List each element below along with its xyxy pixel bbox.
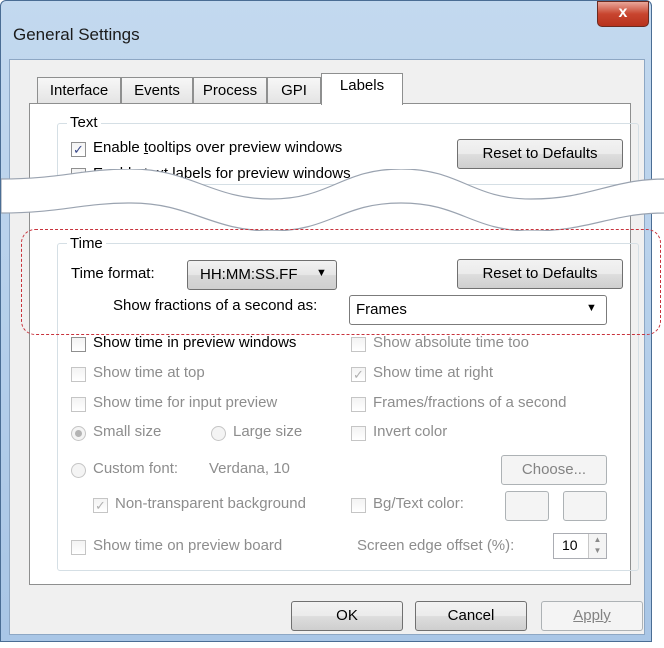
highlight-dashed-outline	[21, 229, 661, 335]
large-size-radio[interactable]	[211, 426, 226, 441]
tab-label: Process	[202, 82, 258, 99]
text-group-label: Text	[67, 114, 101, 131]
button-label: Reset to Defaults	[482, 145, 598, 162]
tooltips-checkbox[interactable]: ✓	[71, 142, 86, 157]
button-label: OK	[336, 607, 358, 624]
show-time-board-checkbox[interactable]	[71, 540, 86, 555]
cancel-button[interactable]: Cancel	[415, 601, 527, 631]
show-absolute-label: Show absolute time too	[373, 334, 529, 351]
invert-color-label: Invert color	[373, 423, 448, 440]
edge-offset-value: 10	[562, 537, 578, 553]
button-label: Cancel	[447, 607, 495, 624]
spinner-arrows[interactable]: ▲ ▼	[588, 534, 606, 558]
tab-label: Events	[134, 82, 180, 99]
tooltips-accel: t	[143, 139, 149, 156]
check-icon: ✓	[95, 498, 106, 513]
bg-text-color-label: Bg/Text color:	[373, 495, 464, 512]
window-title: General Settings	[13, 25, 140, 44]
custom-font-radio[interactable]	[71, 463, 86, 478]
custom-font-value: Verdana, 10	[209, 460, 290, 477]
choose-font-button[interactable]: Choose...	[501, 455, 607, 485]
non-transparent-checkbox[interactable]: ✓	[93, 498, 108, 513]
text-color-swatch-button[interactable]	[563, 491, 607, 521]
tab-gpi[interactable]: GPI	[267, 77, 321, 104]
tab-interface[interactable]: Interface	[37, 77, 121, 104]
show-time-right-label: Show time at right	[373, 364, 494, 381]
show-time-preview-label: Show time in preview windows	[93, 334, 297, 351]
show-time-input-label: Show time for input preview	[93, 394, 278, 411]
frames-fractions-checkbox[interactable]	[351, 397, 366, 412]
show-time-board-label: Show time on preview board	[93, 537, 283, 554]
apply-button[interactable]: Apply	[541, 601, 643, 631]
tab-events[interactable]: Events	[121, 77, 193, 104]
custom-font-label: Custom font:	[93, 460, 179, 477]
close-button[interactable]: x	[597, 1, 649, 27]
small-size-label: Small size	[93, 423, 162, 440]
bg-color-swatch-button[interactable]	[505, 491, 549, 521]
dialog-window: General Settings x Interface Events Proc…	[0, 0, 664, 642]
show-time-preview-checkbox[interactable]	[71, 337, 86, 352]
bg-text-color-checkbox[interactable]	[351, 498, 366, 513]
large-size-label: Large size	[233, 423, 303, 440]
arrow-down-icon: ▼	[593, 546, 602, 555]
tooltips-label: Enable tooltips over preview windows	[93, 139, 343, 156]
close-icon: x	[618, 4, 628, 21]
show-time-top-checkbox[interactable]	[71, 367, 86, 382]
button-label: Choose...	[521, 461, 587, 478]
tab-label: Interface	[49, 82, 109, 99]
check-icon: ✓	[353, 367, 364, 382]
arrow-up-icon: ▲	[593, 535, 602, 544]
cut-wave-divider	[1, 169, 664, 231]
tab-label: Labels	[339, 77, 385, 94]
show-time-right-checkbox[interactable]: ✓	[351, 367, 366, 382]
tab-process[interactable]: Process	[193, 77, 267, 104]
tab-labels[interactable]: Labels	[321, 73, 403, 105]
show-time-top-label: Show time at top	[93, 364, 205, 381]
frames-fractions-label: Frames/fractions of a second	[373, 394, 567, 411]
radio-dot-icon	[75, 430, 82, 437]
button-label: Apply	[573, 607, 611, 624]
non-transparent-label: Non-transparent background	[115, 495, 306, 512]
edge-offset-label: Screen edge offset (%):	[357, 537, 515, 554]
edge-offset-spinner[interactable]: 10 ▲ ▼	[553, 533, 607, 559]
show-absolute-checkbox[interactable]	[351, 337, 366, 352]
title-bar[interactable]: General Settings x	[1, 1, 651, 65]
check-icon: ✓	[73, 142, 84, 157]
text-reset-button[interactable]: Reset to Defaults	[457, 139, 623, 169]
show-time-input-checkbox[interactable]	[71, 397, 86, 412]
tab-label: GPI	[281, 82, 307, 99]
ok-button[interactable]: OK	[291, 601, 403, 631]
small-size-radio[interactable]	[71, 426, 86, 441]
invert-color-checkbox[interactable]	[351, 426, 366, 441]
